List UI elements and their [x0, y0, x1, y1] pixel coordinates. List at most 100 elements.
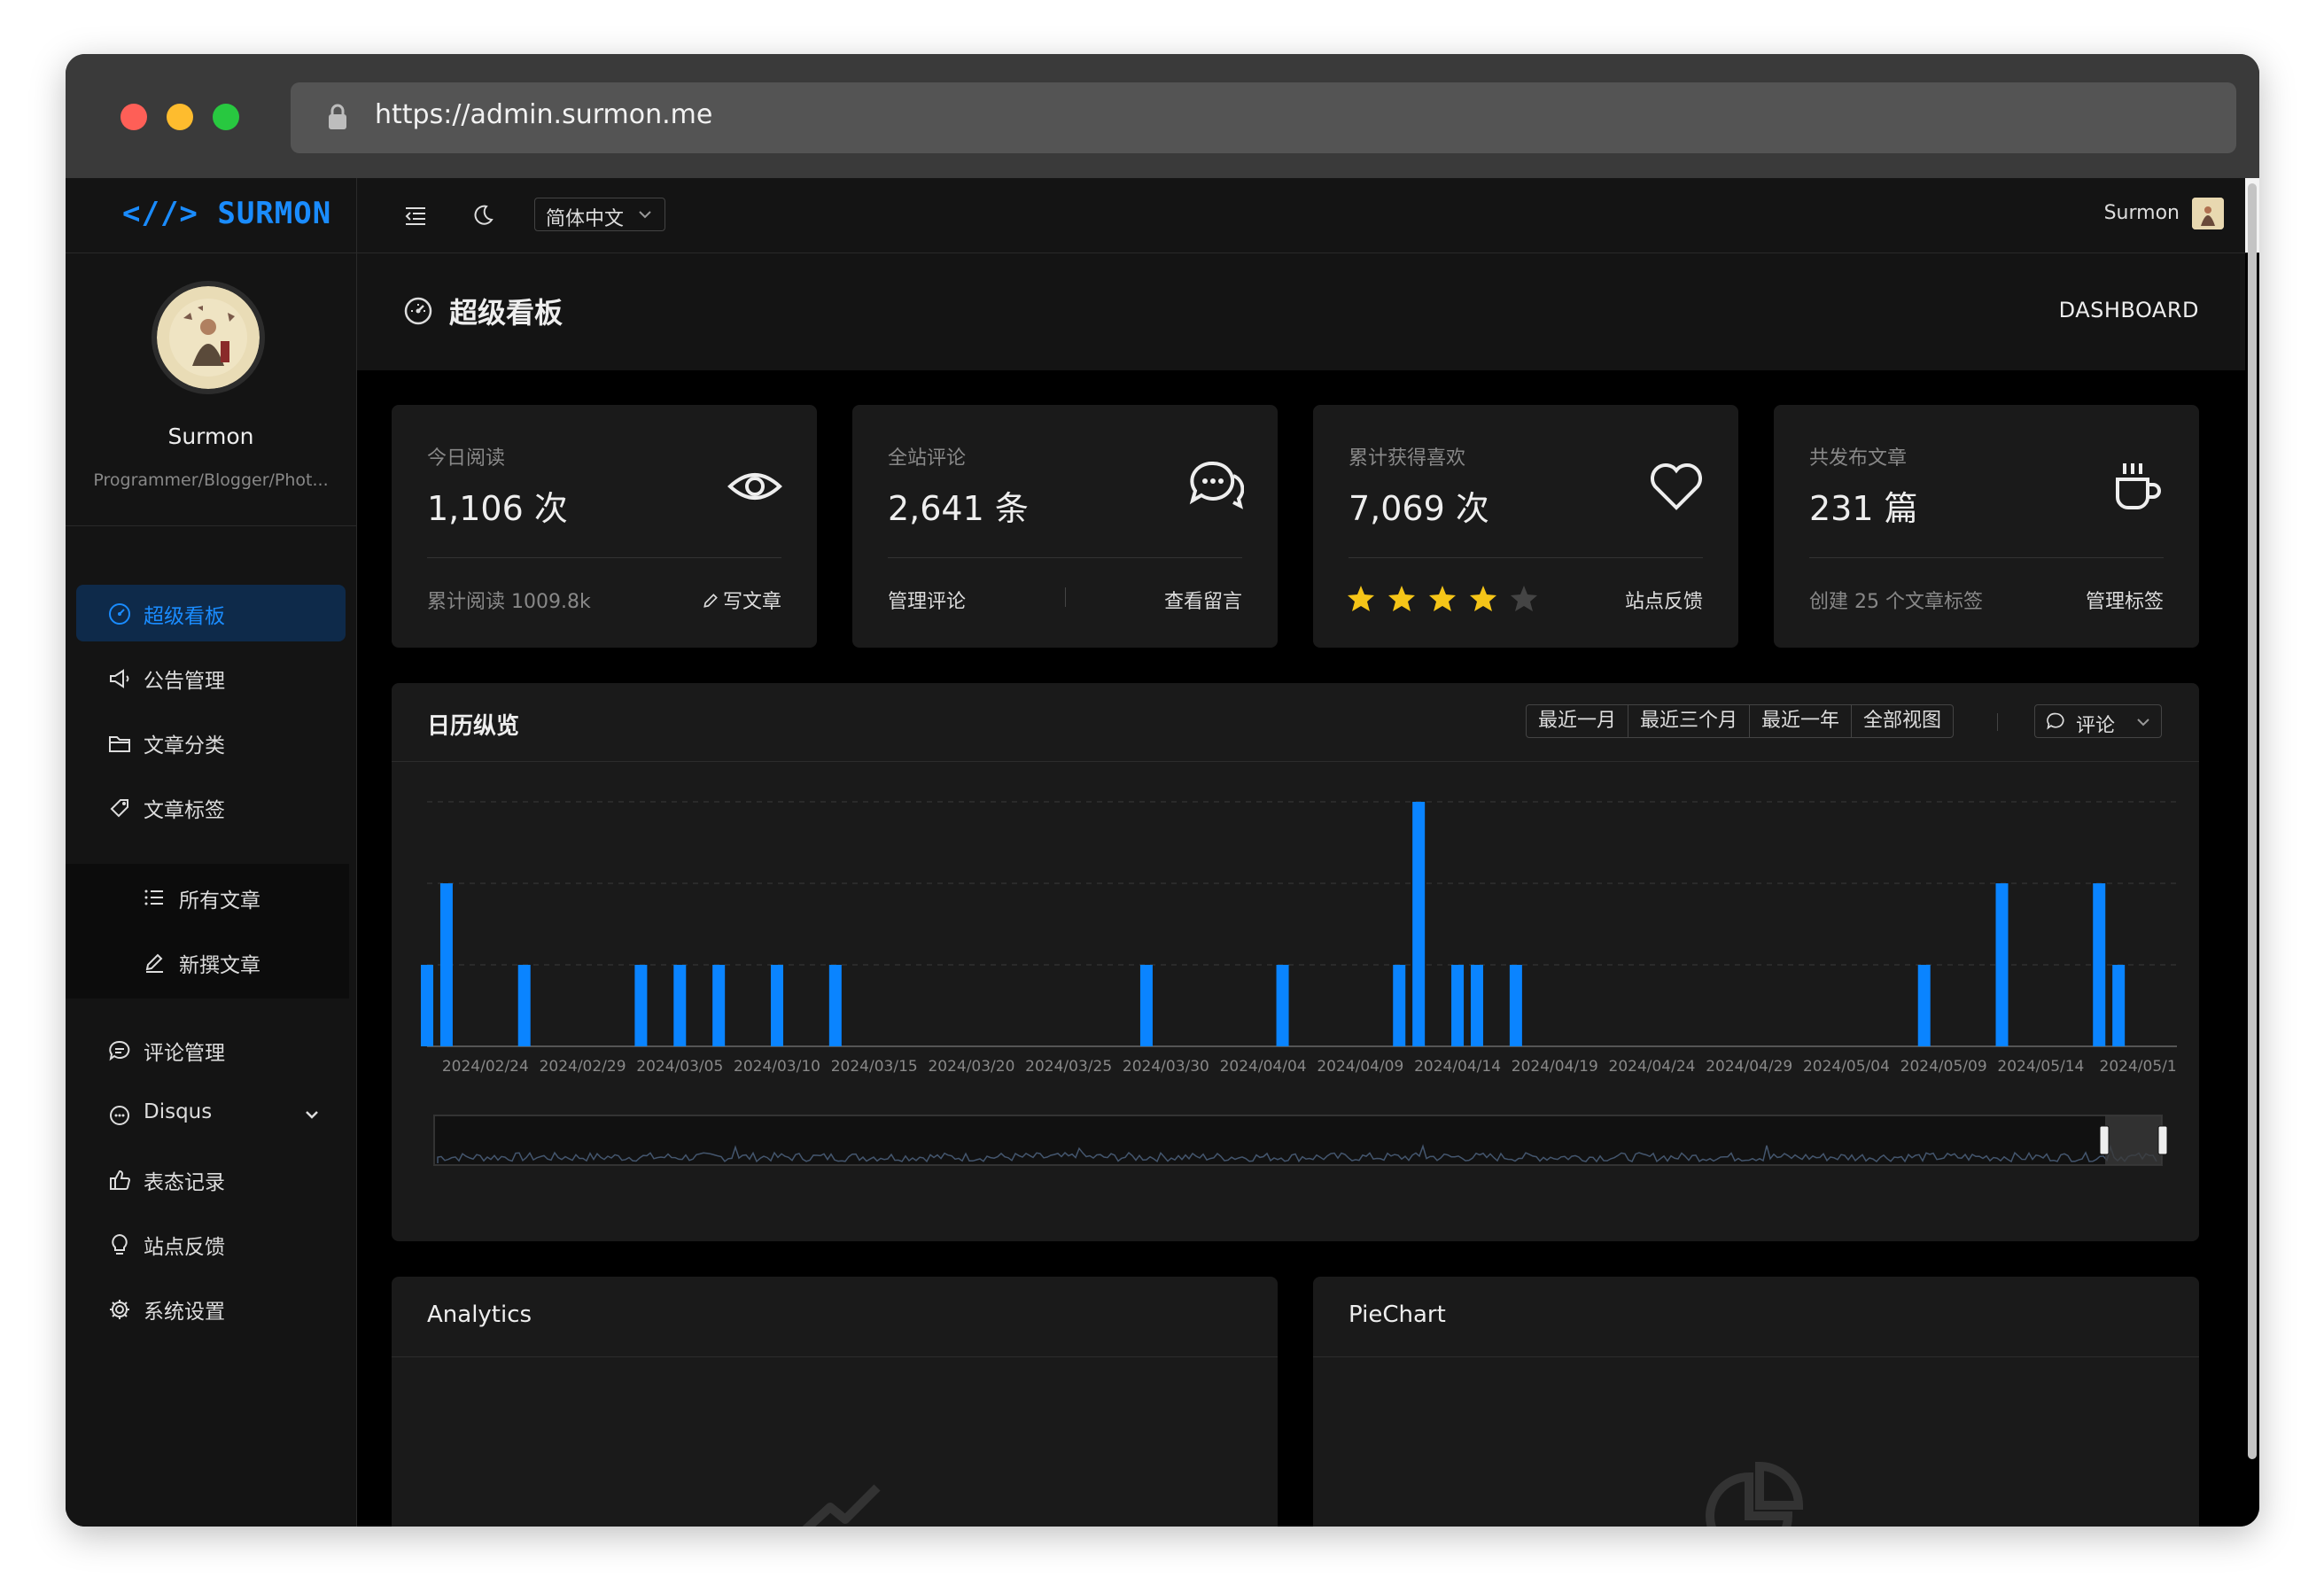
piechart-card: PieChart	[1313, 1277, 2199, 1527]
close-window-button[interactable]	[120, 104, 147, 130]
chart-bar[interactable]	[1471, 965, 1483, 1046]
profile-name: Surmon	[167, 423, 254, 449]
edit-icon	[145, 953, 163, 973]
view-guestbook-link[interactable]: 查看留言	[1164, 586, 1242, 614]
breadcrumb: DASHBOARD	[2058, 298, 2199, 322]
card-divider	[392, 1356, 1278, 1357]
sidebar-item-settings[interactable]: 系统设置	[76, 1280, 346, 1337]
page-title: 超级看板	[449, 296, 564, 330]
chart-bar[interactable]	[517, 965, 531, 1046]
stat-card-likes: 累计获得喜欢 7,069 次 站点反馈	[1313, 405, 1738, 648]
browser-window: https://admin.surmon.me <//> SURMON Surm…	[66, 54, 2259, 1527]
chart-bar[interactable]	[1917, 965, 1931, 1046]
stat-card-today-reads: 今日阅读 1,106 次 累计阅读 1009.8k 写文章	[392, 405, 817, 648]
sidebar-item-announcements[interactable]: 公告管理	[76, 649, 346, 706]
sidebar-item-feedback[interactable]: 站点反馈	[76, 1216, 346, 1272]
sidebar-item-disqus[interactable]: Disqus	[76, 1086, 346, 1143]
range-last-three-months[interactable]: 最近三个月	[1628, 705, 1751, 737]
sidebar-item-label: 系统设置	[144, 1301, 225, 1324]
write-article-link[interactable]: 写文章	[702, 586, 781, 614]
moon-icon[interactable]	[470, 203, 495, 228]
chart-bar[interactable]	[421, 965, 433, 1046]
range-last-year[interactable]: 最近一年	[1750, 705, 1853, 737]
chart-bar[interactable]	[2112, 965, 2126, 1046]
language-select[interactable]: 简体中文	[534, 198, 665, 231]
sidebar-item-votes[interactable]: 表态记录	[76, 1151, 346, 1208]
minimize-window-button[interactable]	[167, 104, 193, 130]
x-tick-label: 2024/05/09	[1900, 1058, 1987, 1076]
zoom-window[interactable]	[2105, 1115, 2162, 1165]
sidebar-item-categories[interactable]: 文章分类	[76, 714, 346, 771]
x-tick-label: 2024/05/14	[1997, 1058, 2084, 1076]
logo[interactable]: <//> SURMON	[66, 178, 356, 253]
chart-zoom-slider[interactable]	[433, 1115, 2168, 1166]
chart-bar[interactable]	[1139, 965, 1153, 1046]
metric-select[interactable]: 评论	[2034, 704, 2162, 738]
range-all[interactable]: 全部视图	[1852, 705, 1953, 737]
x-tick-label: 2024/03/20	[928, 1058, 1014, 1076]
x-tick-label: 2024/05/1	[2100, 1058, 2177, 1076]
address-bar[interactable]: https://admin.surmon.me	[291, 82, 2236, 153]
chart-bar[interactable]	[1393, 965, 1406, 1046]
dashboard-icon	[109, 603, 130, 625]
chart-bar[interactable]	[771, 965, 783, 1046]
chart-bar[interactable]	[634, 965, 648, 1046]
sidebar-item-all-articles[interactable]: 所有文章	[66, 866, 349, 929]
x-tick-label: 2024/02/24	[442, 1058, 529, 1076]
sidebar-item-tags[interactable]: 文章标签	[76, 779, 346, 835]
card-divider	[392, 761, 2199, 762]
stat-value: 7,069 次	[1349, 489, 1489, 528]
card-divider	[427, 557, 781, 558]
card-divider	[1809, 557, 2164, 558]
chart-bar[interactable]	[1412, 802, 1426, 1046]
list-icon	[144, 890, 163, 905]
calendar-bar-chart[interactable]: 2024/02/24 2024/02/29 2024/03/05 2024/03/10…	[392, 763, 2199, 1241]
user-avatar[interactable]	[2192, 198, 2224, 229]
chart-bar[interactable]	[1276, 965, 1289, 1046]
maximize-window-button[interactable]	[213, 104, 239, 130]
analytics-title: Analytics	[427, 1301, 532, 1328]
avatar[interactable]	[152, 281, 265, 394]
total-reads: 累计阅读 1009.8k	[427, 591, 591, 613]
comments-icon	[1189, 461, 1244, 509]
chart-bar[interactable]	[439, 883, 453, 1046]
zoom-handle-left[interactable]	[2099, 1125, 2110, 1155]
chart-bar[interactable]	[673, 965, 687, 1046]
scrollbar[interactable]	[2245, 178, 2259, 1459]
eye-icon	[727, 473, 782, 500]
zoom-handle-right[interactable]	[2157, 1125, 2168, 1155]
star-icon	[1388, 586, 1415, 611]
tags-count: 创建 25 个文章标签	[1809, 591, 1983, 613]
chart-bar[interactable]	[1451, 965, 1465, 1046]
manage-tags-link[interactable]: 管理标签	[2086, 586, 2164, 614]
stat-card-articles: 共发布文章 231 篇 创建 25 个文章标签 管理标签	[1774, 405, 2199, 648]
browser-titlebar: https://admin.surmon.me	[66, 54, 2259, 178]
site-feedback-link[interactable]: 站点反馈	[1625, 586, 1703, 614]
sidebar-item-new-article[interactable]: 新撰文章	[66, 930, 349, 994]
chart-bar[interactable]	[1995, 883, 2009, 1046]
sidebar-item-label: 公告管理	[144, 670, 225, 693]
sidebar-item-dashboard[interactable]: 超级看板	[76, 585, 346, 641]
user-name[interactable]: Surmon	[2104, 202, 2180, 224]
chart-bar[interactable]	[2093, 883, 2106, 1046]
dashboard-icon	[404, 297, 432, 325]
chat-bubble-icon	[110, 1106, 129, 1125]
folder-icon	[109, 736, 130, 752]
logo-text: <//> SURMON	[122, 196, 332, 231]
chart-bar[interactable]	[1509, 965, 1522, 1046]
manage-comments-link[interactable]: 管理评论	[888, 586, 966, 614]
write-article-label: 写文章	[722, 591, 781, 613]
scrollbar-thumb[interactable]	[2248, 183, 2257, 1459]
stat-value: 2,641 条	[888, 489, 1029, 528]
chevron-down-icon	[306, 1111, 318, 1119]
x-tick-label: 2024/04/19	[1512, 1058, 1598, 1076]
menu-fold-icon[interactable]	[403, 203, 428, 228]
chart-bar[interactable]	[828, 965, 842, 1046]
range-last-month[interactable]: 最近一月	[1527, 705, 1629, 737]
sidebar-item-comments[interactable]: 评论管理	[76, 1022, 346, 1078]
chart-bar[interactable]	[712, 965, 726, 1046]
language-value: 简体中文	[546, 208, 625, 230]
star-icon	[1348, 586, 1374, 611]
x-tick-label: 2024/03/30	[1123, 1058, 1209, 1076]
x-tick-label: 2024/04/04	[1220, 1058, 1307, 1076]
